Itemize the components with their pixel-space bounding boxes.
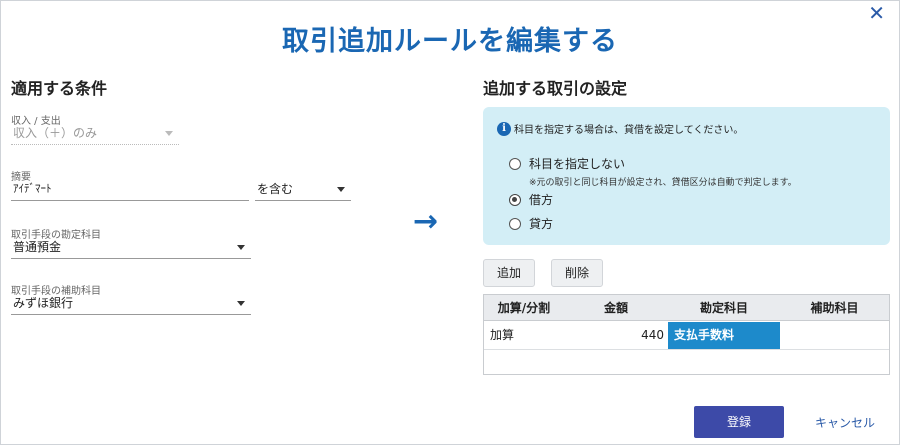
- radio-credit[interactable]: 貸方: [509, 215, 553, 232]
- info-text: 科目を指定する場合は、貸借を設定してください。: [514, 125, 744, 136]
- settings-heading: 追加する取引の設定: [483, 79, 628, 98]
- description-input[interactable]: ｱｲﾃﾞﾏｰﾄ: [11, 179, 249, 201]
- cell-sub-account[interactable]: [780, 322, 889, 349]
- header-sub-account: 補助科目: [810, 301, 859, 315]
- match-mode-value: を含む: [257, 182, 294, 196]
- header-amount: 金額: [603, 301, 628, 315]
- account-select[interactable]: 普通預金: [11, 237, 251, 259]
- income-expense-select[interactable]: 収入（＋）のみ: [11, 123, 179, 145]
- table-header: 加算/分割 金額 勘定科目 補助科目: [484, 295, 889, 321]
- info-icon: i: [497, 121, 511, 136]
- radio-label: 借方: [529, 193, 554, 207]
- edit-rule-dialog: ✕ 取引追加ルールを編集する 適用する条件 収入 / 支出 収入（＋）のみ 摘要…: [0, 0, 900, 445]
- radio-debit[interactable]: 借方: [509, 191, 553, 208]
- radio-circle: [509, 217, 521, 230]
- sub-account-value: みずほ銀行: [13, 296, 74, 310]
- conditions-heading: 適用する条件: [11, 79, 108, 98]
- account-value: 普通預金: [13, 240, 62, 254]
- sub-account-select[interactable]: みずほ銀行: [11, 293, 251, 315]
- chevron-down-icon: [165, 131, 173, 136]
- match-mode-select[interactable]: を含む: [255, 179, 351, 201]
- radio-label: 科目を指定しない: [529, 157, 626, 171]
- info-box: i 科目を指定する場合は、貸借を設定してください。 科目を指定しない ※元の取引…: [483, 107, 890, 245]
- row-divider: [484, 349, 889, 350]
- header-account: 勘定科目: [699, 301, 748, 315]
- add-button[interactable]: 追加: [483, 259, 535, 287]
- delete-button[interactable]: 削除: [551, 259, 603, 287]
- dialog-title: 取引追加ルールを編集する: [282, 26, 618, 57]
- cell-account[interactable]: 支払手数料: [668, 322, 780, 349]
- arrow-right-icon: →: [413, 204, 439, 239]
- radio-label: 貸方: [529, 217, 554, 231]
- transaction-table: 加算/分割 金額 勘定科目 補助科目 加算 440 支払手数料: [483, 294, 890, 375]
- radio-circle: [509, 157, 521, 170]
- header-type: 加算/分割: [497, 301, 551, 315]
- cell-type[interactable]: 加算: [490, 322, 564, 349]
- income-expense-value: 収入（＋）のみ: [13, 126, 98, 140]
- cancel-button[interactable]: キャンセル: [815, 414, 875, 431]
- chevron-down-icon: [337, 187, 345, 192]
- chevron-down-icon: [237, 245, 245, 250]
- cell-amount[interactable]: 440: [564, 322, 664, 349]
- submit-button[interactable]: 登録: [694, 406, 784, 438]
- info-message: i 科目を指定する場合は、貸借を設定してください。: [497, 121, 743, 136]
- radio-note: ※元の取引と同じ科目が設定され、貸借区分は自動で判定します。: [529, 178, 797, 188]
- radio-no-account[interactable]: 科目を指定しない: [509, 155, 625, 172]
- chevron-down-icon: [237, 301, 245, 306]
- radio-circle-checked: [509, 193, 521, 206]
